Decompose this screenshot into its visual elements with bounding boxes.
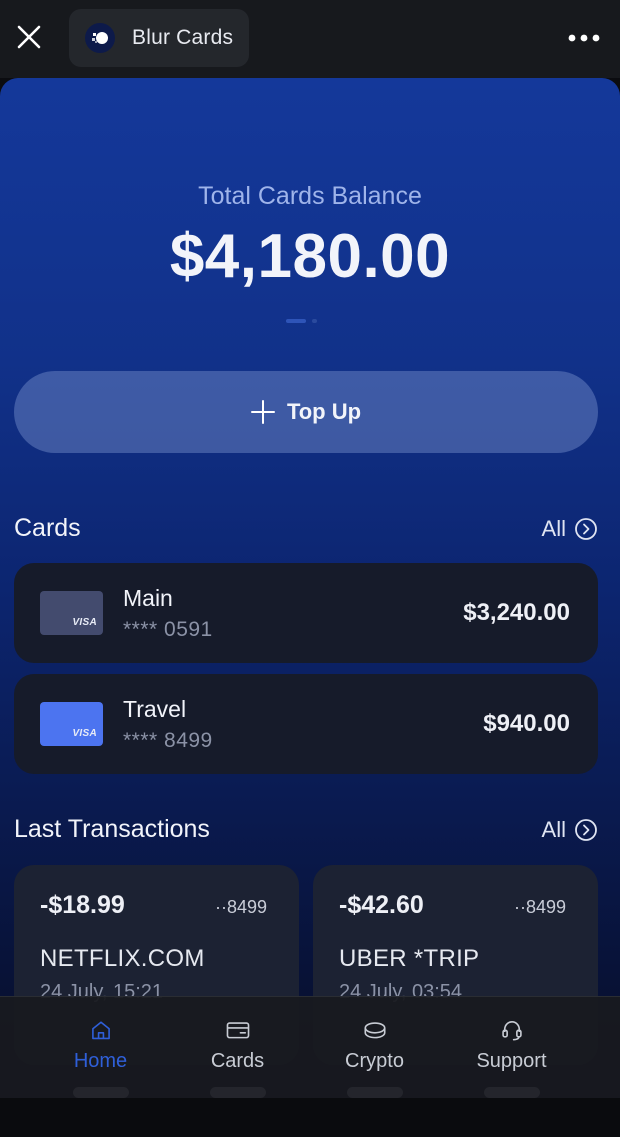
cards-section-header: Cards All <box>14 514 598 543</box>
nav-blur <box>346 1086 403 1098</box>
card-thumbnail-icon: VISA <box>40 702 103 746</box>
transaction-merchant: NETFLIX.COM <box>40 945 205 972</box>
nav-item-crypto[interactable]: Crypto <box>306 997 443 1098</box>
card-amount: $940.00 <box>483 710 570 737</box>
card-amount: $3,240.00 <box>463 599 570 626</box>
plus-icon <box>250 400 275 424</box>
card-item-main[interactable]: VISA Main **** 0591 $3,240.00 <box>14 563 598 663</box>
card-info: Travel **** 8499 <box>123 696 213 753</box>
card-thumbnail-icon: VISA <box>40 591 103 635</box>
card-item-travel[interactable]: VISA Travel **** 8499 $940.00 <box>14 674 598 774</box>
system-bottom-bar <box>0 1098 620 1137</box>
nav-label: Crypto <box>345 1049 404 1072</box>
nav-blur <box>209 1086 266 1098</box>
balance-value: $4,180.00 <box>169 222 451 291</box>
nav-item-home[interactable]: Home <box>32 997 169 1098</box>
page-dot-active <box>286 319 306 323</box>
bottom-navigation: Home Cards Crypto Support <box>0 996 620 1098</box>
nav-label: Home <box>73 1049 128 1072</box>
nav-blur <box>483 1086 540 1098</box>
visa-logo: VISA <box>72 728 97 739</box>
blur-cards-logo-icon <box>85 23 115 53</box>
card-name: Main <box>123 584 173 611</box>
nav-label: Cards <box>210 1049 265 1072</box>
app-title-chip[interactable]: Blur Cards <box>69 9 249 67</box>
card-info: Main **** 0591 <box>123 585 213 642</box>
transaction-card-number: ··8499 <box>214 897 267 917</box>
close-icon <box>17 25 41 49</box>
nav-item-support[interactable]: Support <box>443 997 580 1098</box>
card-name: Travel <box>123 695 187 722</box>
nav-blur <box>72 1086 129 1098</box>
page-dot <box>312 319 317 323</box>
nav-label: Support <box>476 1049 547 1072</box>
cards-all-link[interactable]: All <box>542 516 598 542</box>
transactions-all-link[interactable]: All <box>542 817 598 843</box>
page-indicator <box>286 319 317 323</box>
balance-label: Total Cards Balance <box>198 182 422 210</box>
headset-icon <box>501 1021 522 1041</box>
app-title: Blur Cards <box>132 26 234 49</box>
transaction-merchant: UBER *TRIP <box>339 945 480 972</box>
top-bar: Blur Cards <box>0 0 620 78</box>
more-horizontal-icon <box>568 34 600 42</box>
card-number: **** 0591 <box>123 617 213 641</box>
card-icon <box>226 1022 249 1039</box>
cards-all-label: All <box>541 515 566 541</box>
close-button[interactable] <box>14 22 44 52</box>
cards-section-title: Cards <box>14 514 81 542</box>
top-up-button[interactable]: Top Up <box>14 371 598 453</box>
chevron-right-circle-icon <box>575 517 597 540</box>
transactions-section-header: Last Transactions All <box>14 815 598 844</box>
transactions-section-title: Last Transactions <box>14 815 210 843</box>
transaction-card-number: ··8499 <box>513 897 566 917</box>
top-up-label: Top Up <box>286 399 362 424</box>
coins-icon <box>363 1022 386 1039</box>
main-panel: Total Cards Balance $4,180.00 Top Up Car… <box>0 78 620 1098</box>
card-number: **** 8499 <box>123 728 213 752</box>
visa-logo: VISA <box>72 617 97 628</box>
transactions-all-label: All <box>541 816 566 842</box>
home-icon <box>91 1021 110 1040</box>
more-button[interactable] <box>566 24 602 52</box>
nav-item-cards[interactable]: Cards <box>169 997 306 1098</box>
chevron-right-circle-icon <box>575 818 597 841</box>
